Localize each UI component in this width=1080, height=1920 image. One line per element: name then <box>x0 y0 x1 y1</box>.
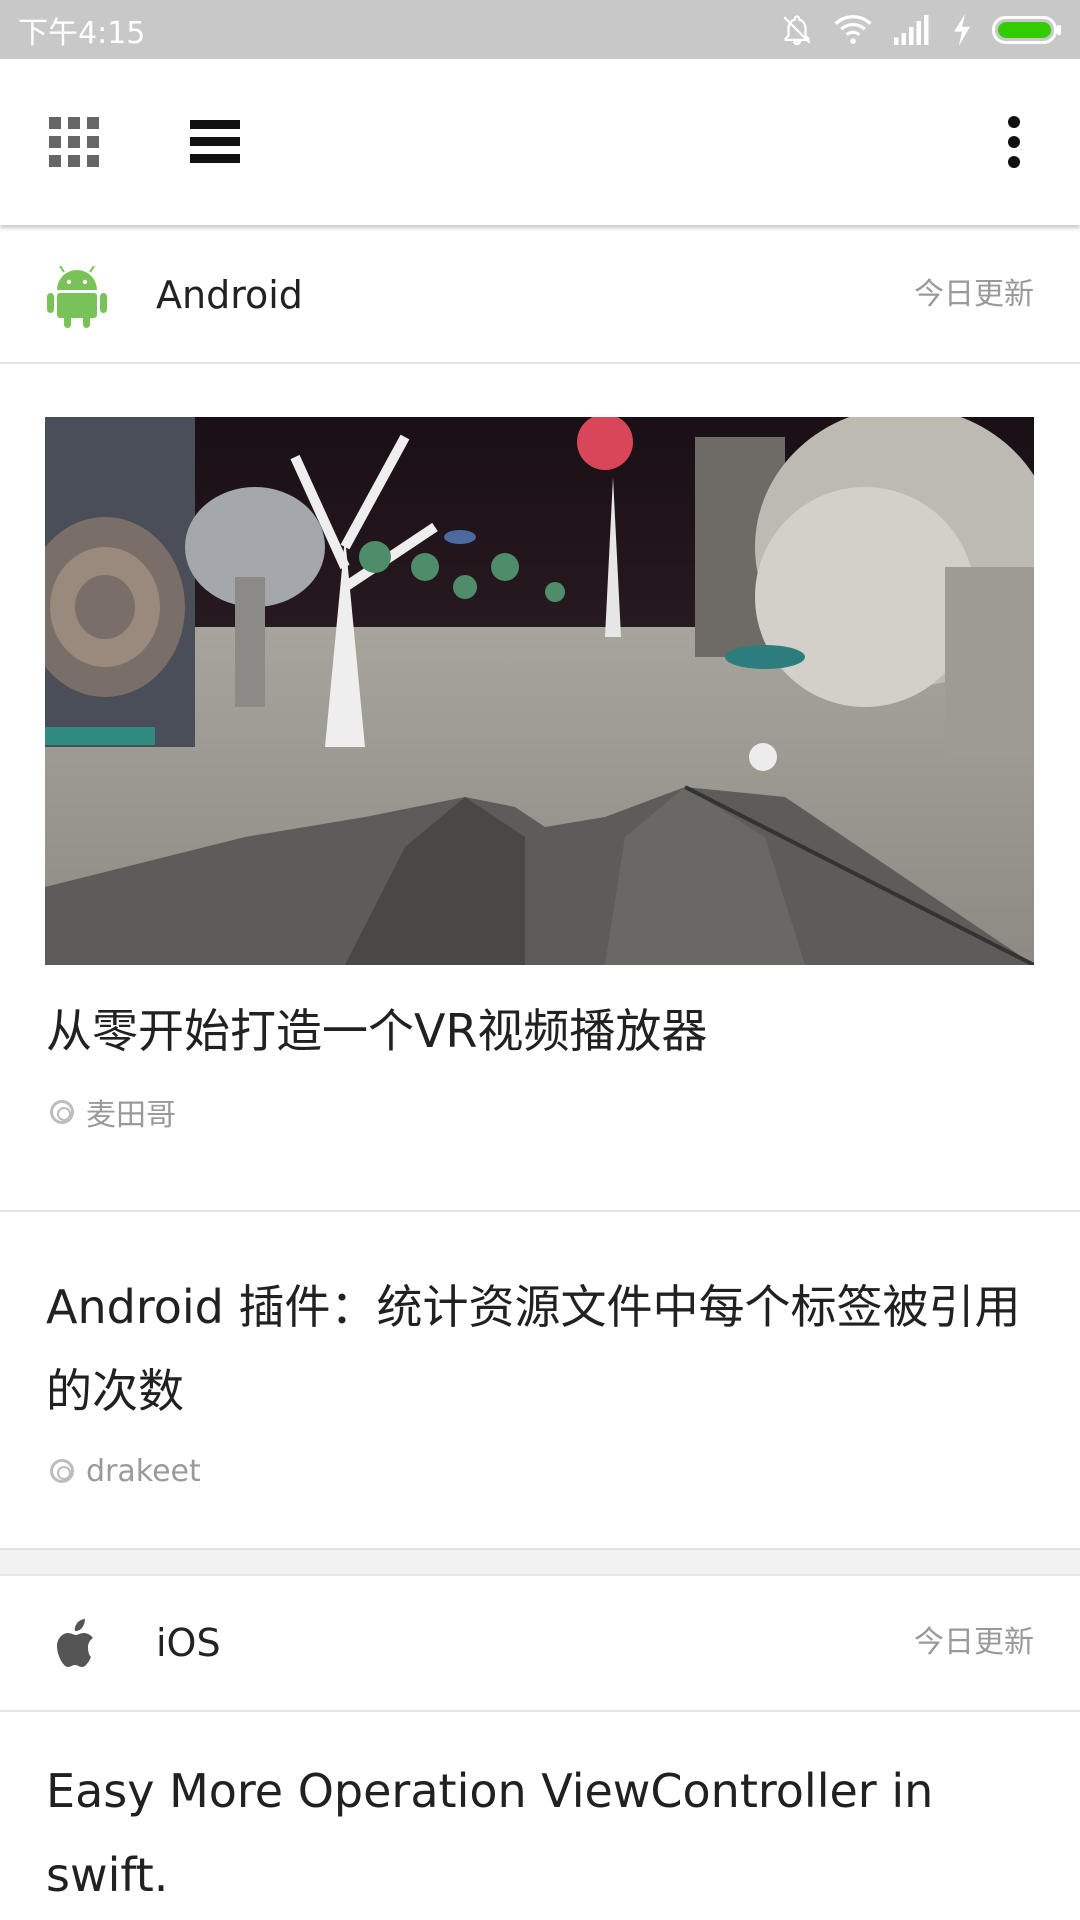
grid-icon <box>49 117 99 167</box>
article-title: Android 插件：统计资源文件中每个标签被引用的次数 <box>46 1280 1021 1418</box>
section-header-android[interactable]: Android 今日更新 <box>0 228 1080 364</box>
author-icon <box>50 1100 74 1124</box>
article-title: Easy More Operation ViewController in sw… <box>46 1764 934 1902</box>
section-header-ios[interactable]: iOS 今日更新 <box>0 1576 1080 1712</box>
section-update-label: 今日更新 <box>914 1625 1034 1660</box>
status-time: 下午4:15 <box>18 15 146 51</box>
signal-icon <box>894 14 929 45</box>
charging-icon <box>954 13 970 46</box>
section-update-label: 今日更新 <box>914 277 1034 312</box>
more-options-button[interactable] <box>954 59 1074 225</box>
status-bar: 下午4:15 <box>0 0 1080 59</box>
article-item[interactable]: 从零开始打造一个VR视频播放器 麦田哥 <box>0 364 1080 1212</box>
section-name: iOS <box>156 1621 221 1665</box>
article-item[interactable]: Android 插件：统计资源文件中每个标签被引用的次数 drakeet <box>0 1213 1080 1550</box>
article-author: drakeet <box>50 1451 201 1491</box>
apple-icon <box>57 1619 93 1667</box>
battery-icon <box>992 15 1061 44</box>
author-icon <box>50 1459 74 1483</box>
author-name: 麦田哥 <box>86 1098 176 1133</box>
article-author: 麦田哥 <box>50 1092 176 1133</box>
wifi-icon <box>834 14 872 44</box>
article-title: 从零开始打造一个VR视频播放器 <box>46 1004 708 1058</box>
article-item[interactable]: Easy More Operation ViewController in sw… <box>0 1713 1080 1920</box>
bell-off-icon <box>783 14 811 45</box>
menu-icon <box>190 120 240 163</box>
section-divider <box>0 1550 1080 1576</box>
grid-button[interactable] <box>14 59 134 225</box>
author-name: drakeet <box>86 1453 201 1489</box>
section-name: Android <box>156 273 303 317</box>
more-vert-icon <box>1008 116 1020 168</box>
android-icon <box>47 266 107 328</box>
article-thumbnail <box>45 417 1034 965</box>
status-icons <box>780 13 1062 47</box>
menu-button[interactable] <box>155 59 275 225</box>
app-bar <box>0 59 1080 225</box>
